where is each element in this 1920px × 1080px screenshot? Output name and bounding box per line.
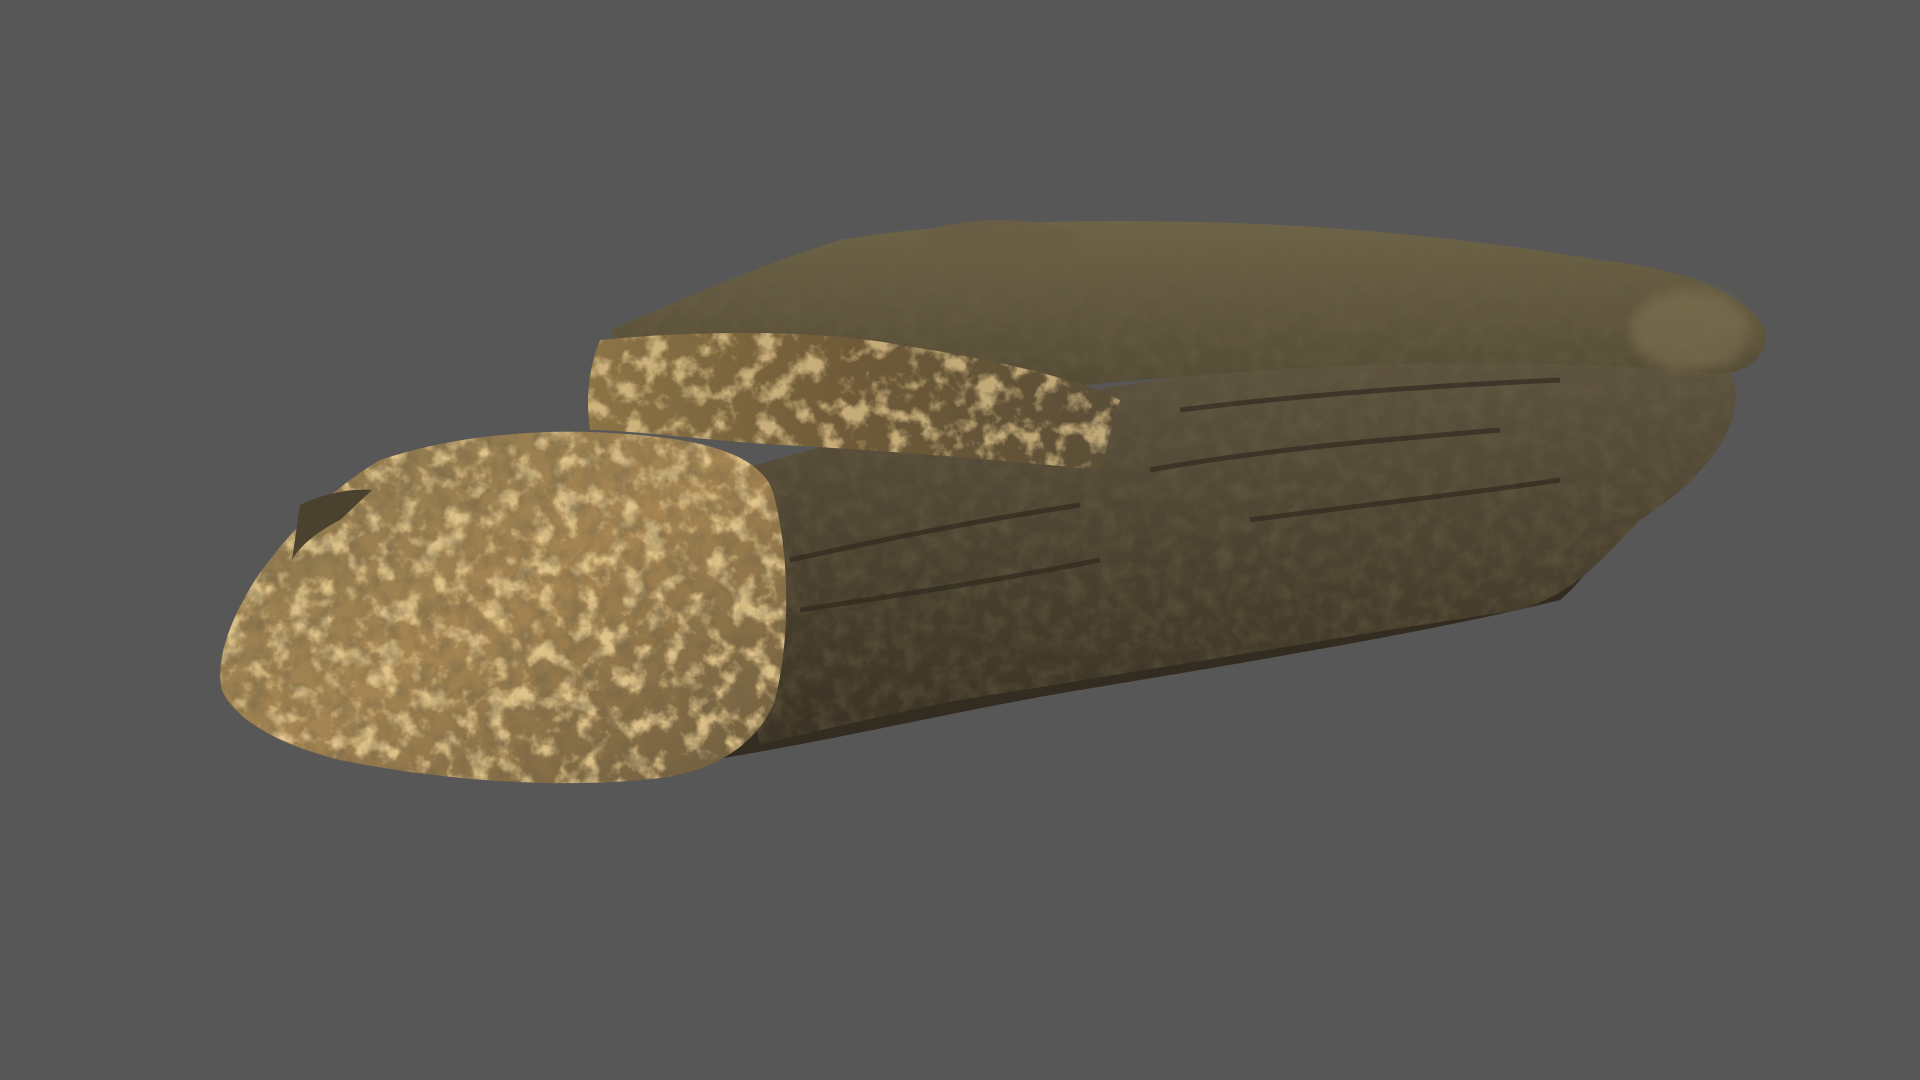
render-viewport	[0, 0, 1920, 1080]
rock-icon	[220, 220, 1766, 784]
rock-highlight	[1630, 290, 1750, 370]
scene-canvas	[220, 220, 1766, 784]
rock-top-bump	[920, 220, 1080, 260]
